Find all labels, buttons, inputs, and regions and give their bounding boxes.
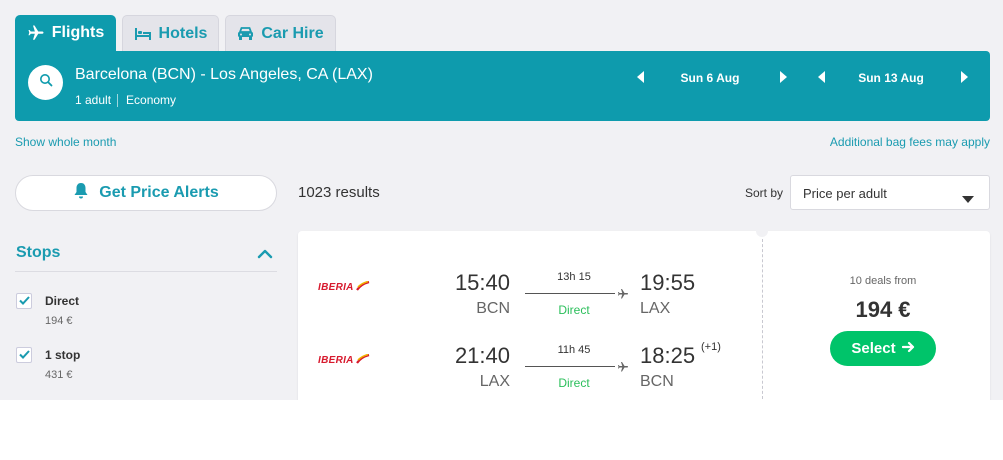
airline-logo: IBERIA	[318, 278, 370, 296]
tab-car-hire-label: Car Hire	[261, 24, 324, 42]
tab-flights-label: Flights	[51, 24, 105, 41]
checkmark-icon	[18, 346, 30, 364]
one-stop-checkbox[interactable]	[16, 347, 32, 363]
triangle-left-icon	[636, 70, 644, 88]
price-alerts-button[interactable]: Get Price Alerts	[15, 175, 277, 211]
checkmark-icon	[18, 292, 30, 310]
deals-count: 10 deals from	[849, 275, 917, 287]
car-icon	[237, 26, 254, 41]
tab-hotels[interactable]: Hotels	[122, 15, 219, 51]
stops-info: Direct	[558, 376, 590, 390]
route-line	[525, 293, 615, 294]
search-summary-bar[interactable]: Barcelona (BCN) - Los Angeles, CA (LAX) …	[15, 51, 990, 121]
route-line	[525, 366, 615, 367]
card-divider	[762, 239, 763, 399]
direct-checkbox[interactable]	[16, 293, 32, 309]
airline-name: IBERIA	[318, 354, 354, 366]
flight-duration: 13h 15	[557, 271, 591, 283]
arrival-time: 19:55	[640, 270, 696, 295]
flight-search-app: Flights Hotels Car Hire Barcelona (BCN) …	[0, 0, 1003, 400]
stops-info: Direct	[558, 303, 590, 317]
results-count: 1023 results	[298, 184, 380, 201]
departure-time: 15:40	[454, 270, 510, 295]
caret-down-icon	[962, 190, 974, 208]
iberia-mark-icon	[355, 278, 370, 296]
search-icon	[39, 73, 53, 92]
departure-airport: BCN	[476, 300, 510, 317]
triangle-left-icon	[817, 70, 825, 88]
select-button[interactable]: Select	[830, 331, 936, 366]
arrival-airport: LAX	[640, 300, 671, 317]
airline-name: IBERIA	[318, 281, 354, 293]
return-date[interactable]: Sun 13 Aug	[841, 71, 941, 85]
search-button[interactable]	[28, 65, 63, 100]
sort-label: Sort by	[745, 186, 784, 200]
search-meta[interactable]: 1 adult Economy	[75, 93, 176, 107]
depart-prev-button[interactable]	[635, 70, 645, 88]
filter-price: 431 €	[45, 369, 73, 381]
departure-airport: LAX	[479, 373, 510, 390]
return-prev-button[interactable]	[816, 70, 826, 88]
route-text[interactable]: Barcelona (BCN) - Los Angeles, CA (LAX)	[75, 66, 373, 84]
flight-duration: 11h 45	[557, 344, 591, 356]
triangle-right-icon	[960, 70, 968, 88]
cabin-text: Economy	[126, 93, 177, 107]
departure-time: 21:40	[454, 343, 510, 368]
arrival-time: 18:25	[640, 343, 696, 368]
depart-next-button[interactable]	[778, 70, 788, 88]
bed-icon	[134, 27, 152, 41]
bag-fees-link[interactable]: Additional bag fees may apply	[830, 135, 990, 149]
filter-label: Direct	[45, 294, 80, 308]
sort-select[interactable]: Price per adult	[790, 175, 990, 210]
tab-flights[interactable]: Flights	[15, 15, 116, 51]
ticket-notch	[756, 225, 768, 237]
filter-price: 194 €	[45, 315, 73, 327]
filter-label: 1 stop	[45, 348, 81, 362]
price: 194 €	[855, 297, 911, 322]
chevron-up-icon[interactable]	[257, 246, 273, 264]
stops-filter-title[interactable]: Stops	[16, 244, 60, 262]
depart-date[interactable]: Sun 6 Aug	[660, 71, 760, 85]
price-alerts-label: Get Price Alerts	[99, 184, 219, 201]
result-card[interactable]: IBERIA 15:40 BCN 13h 15 Direct 19:55 LAX…	[298, 225, 990, 400]
stops-divider	[15, 271, 277, 272]
passengers-text: 1 adult	[75, 93, 112, 107]
return-leg: IBERIA 21:40 LAX 11h 45 Direct 18:25 (+1…	[298, 329, 758, 390]
day-offset: (+1)	[701, 341, 721, 353]
tab-hotels-label: Hotels	[158, 24, 208, 42]
show-whole-month-link[interactable]: Show whole month	[15, 135, 116, 149]
triangle-right-icon	[779, 70, 787, 88]
arrival-airport: BCN	[640, 373, 674, 390]
select-label: Select	[851, 340, 896, 357]
arrow-right-icon	[901, 340, 915, 357]
bell-icon	[73, 182, 89, 205]
sort-value: Price per adult	[803, 186, 887, 201]
return-next-button[interactable]	[959, 70, 969, 88]
airline-logo: IBERIA	[318, 351, 370, 369]
plane-icon	[27, 24, 45, 42]
meta-separator	[117, 93, 119, 107]
outbound-leg: IBERIA 15:40 BCN 13h 15 Direct 19:55 LAX	[298, 256, 758, 317]
iberia-mark-icon	[355, 351, 370, 369]
tab-car-hire[interactable]: Car Hire	[225, 15, 336, 51]
